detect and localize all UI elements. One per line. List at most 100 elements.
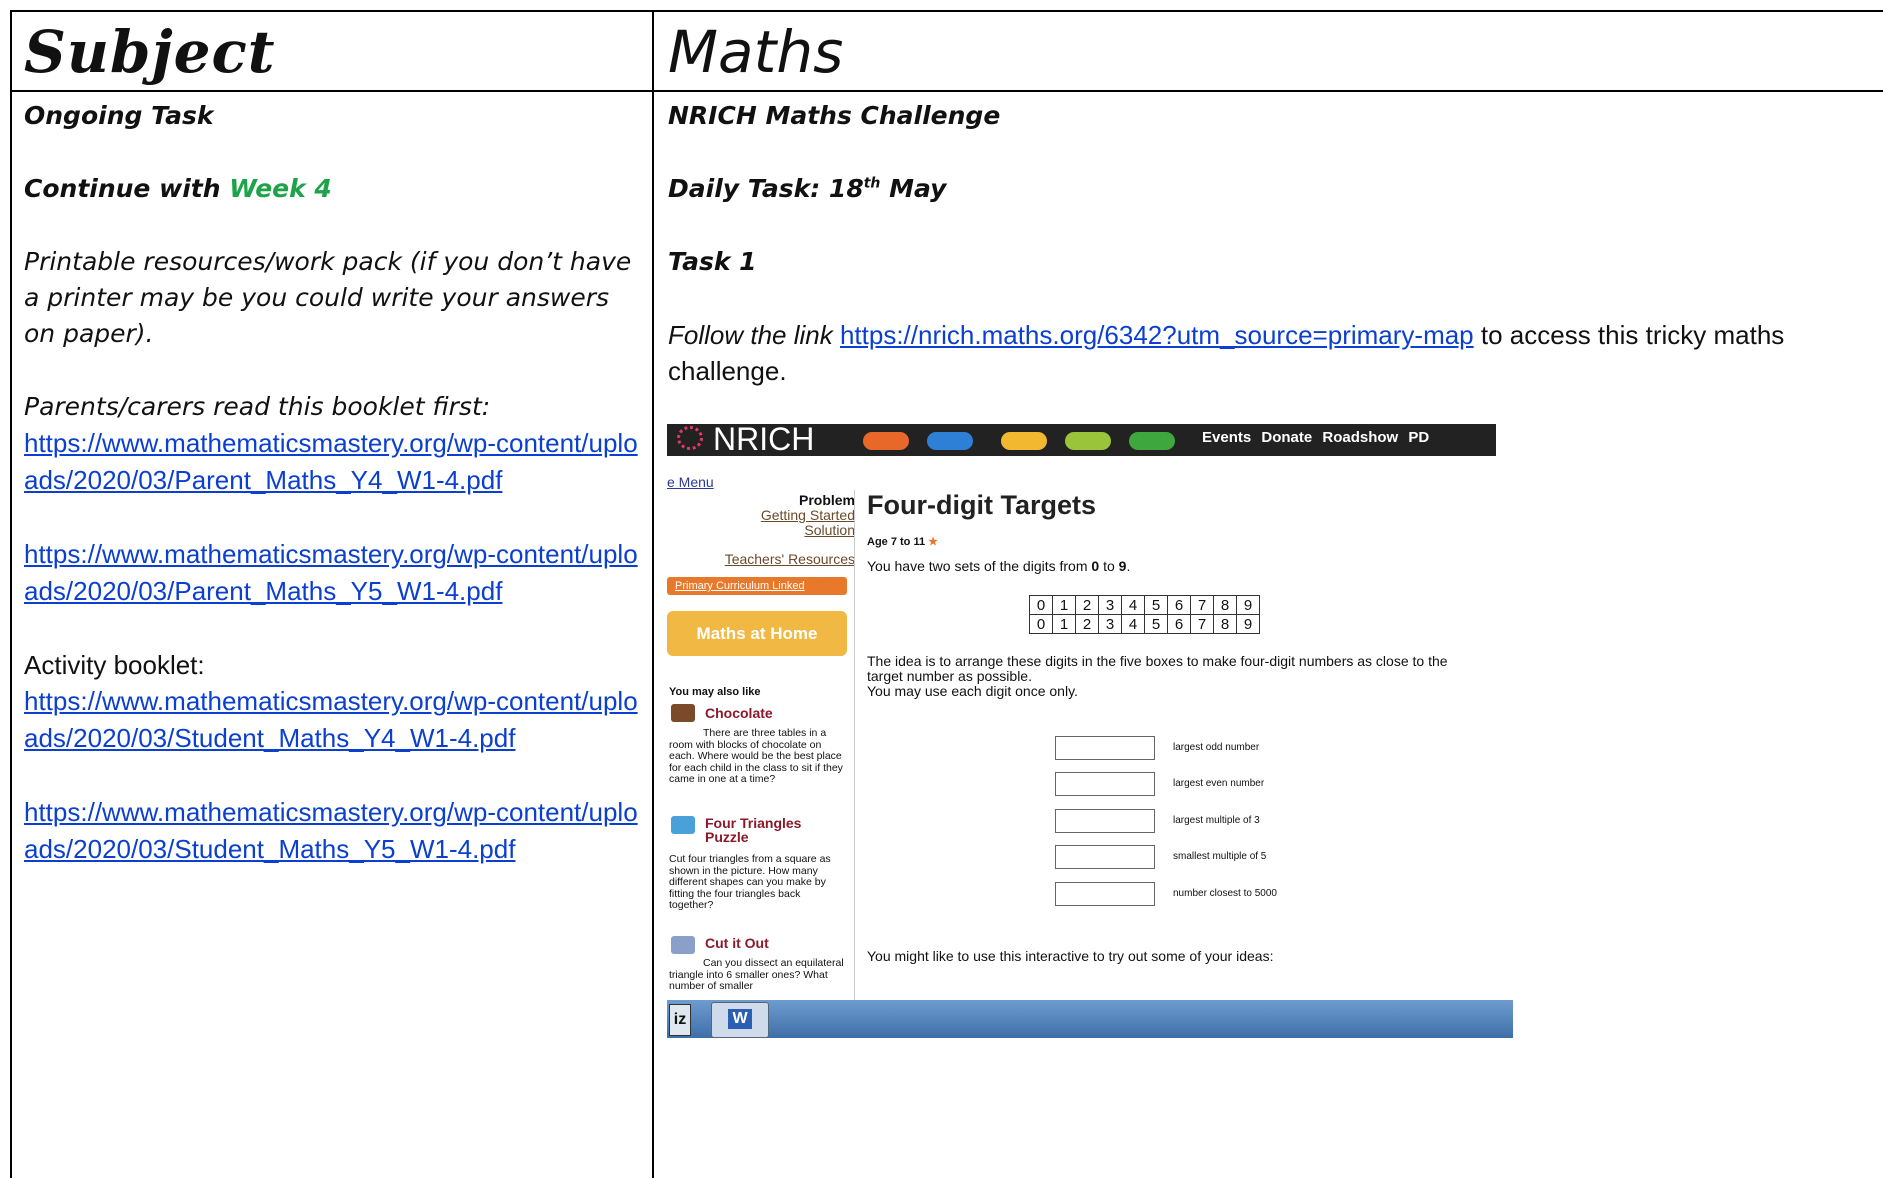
maths-heading: Maths — [668, 18, 844, 86]
digit-cell: 8 — [1213, 595, 1237, 615]
idea-line: The idea is to arrange these digits in t… — [867, 653, 1448, 684]
also-like-heading: You may also like — [669, 686, 761, 698]
activity-label: Activity booklet: — [24, 650, 205, 680]
target-box[interactable] — [1055, 772, 1155, 796]
intro-text: You have two sets of the digits from 0 t… — [867, 558, 1130, 574]
parents-label: Parents/carers read this booklet first: — [24, 392, 491, 421]
digit-cell: 3 — [1098, 595, 1122, 615]
continue-line: Continue with Week 4 — [24, 171, 644, 207]
curriculum-tab[interactable]: Primary Curriculum Linked — [667, 577, 847, 595]
side-solution[interactable]: Solution — [667, 523, 855, 538]
printable-text: Printable resources/work pack (if you do… — [24, 247, 632, 348]
digit-cell: 9 — [1236, 614, 1260, 634]
daily-sup: th — [863, 175, 881, 192]
table-border-header-bottom — [10, 90, 1883, 92]
triangles-text: Cut four triangles from a square as show… — [669, 853, 831, 911]
digit-cell: 6 — [1167, 614, 1191, 634]
nav-blue-icon[interactable] — [927, 432, 973, 450]
parent-y4-link[interactable]: https://www.mathematicsmastery.org/wp-co… — [24, 428, 638, 495]
parent-y5-link[interactable]: https://www.mathematicsmastery.org/wp-co… — [24, 539, 638, 606]
follow-paragraph: Follow the link https://nrich.maths.org/… — [668, 317, 1868, 389]
digit-cell: 5 — [1144, 614, 1168, 634]
right-column: NRICH Maths Challenge Daily Task: 18th M… — [668, 98, 1868, 389]
nrich-link[interactable]: https://nrich.maths.org/6342?utm_source=… — [840, 320, 1474, 350]
target-label: number closest to 5000 — [1173, 888, 1277, 899]
digit-cell: 7 — [1190, 595, 1214, 615]
follow-prefix: Follow the link — [668, 320, 840, 350]
nrich-screenshot: NRICH Events Donate Roadshow PD e Menu P… — [667, 418, 1513, 1038]
intro-prefix: You have two sets of the digits from — [867, 558, 1092, 574]
task1-heading: Task 1 — [668, 247, 757, 276]
subject-heading: Subject — [24, 18, 276, 86]
windows-taskbar: iz W — [667, 1000, 1513, 1038]
target-label: largest multiple of 3 — [1173, 815, 1260, 826]
digit-cell: 5 — [1144, 595, 1168, 615]
taskbar-app-button[interactable]: iz — [669, 1004, 691, 1036]
word-icon: W — [728, 1009, 752, 1029]
nav-yellow-icon[interactable] — [1001, 432, 1047, 450]
side-teachers[interactable]: Teachers' Resources — [667, 552, 855, 567]
left-column: Ongoing Task Continue with Week 4 Printa… — [24, 98, 644, 868]
nrich-navbar: NRICH Events Donate Roadshow PD — [667, 421, 1496, 457]
digits-row-1: 0 1 2 3 4 5 6 7 8 9 — [1029, 595, 1260, 615]
daily-task-heading: Daily Task: 18th May — [668, 171, 1868, 207]
side-problem[interactable]: Problem — [667, 493, 855, 508]
table-border-top — [10, 10, 1883, 12]
age-label: Age 7 to 11 ★ — [867, 535, 938, 548]
student-y4-link[interactable]: https://www.mathematicsmastery.org/wp-co… — [24, 686, 638, 753]
digit-cell: 1 — [1052, 614, 1076, 634]
interactive-text: You might like to use this interactive t… — [867, 948, 1274, 964]
challenge-heading: NRICH Maths Challenge — [668, 101, 1001, 130]
digits-row-2: 0 1 2 3 4 5 6 7 8 9 — [1029, 614, 1260, 634]
student-y5-link[interactable]: https://www.mathematicsmastery.org/wp-co… — [24, 797, 638, 864]
week-label: Week 4 — [229, 174, 332, 203]
triangles-icon — [671, 816, 695, 834]
target-label: largest odd number — [1173, 742, 1260, 753]
target-label: smallest multiple of 5 — [1173, 851, 1267, 862]
digits-table: 0 1 2 3 4 5 6 7 8 9 0 1 2 3 4 5 6 7 8 9 — [1029, 595, 1260, 634]
digit-cell: 0 — [1029, 595, 1053, 615]
nav-links[interactable]: Events Donate Roadshow PD — [1202, 429, 1429, 446]
cut-it-out-icon — [671, 936, 695, 954]
target-label: largest even number — [1173, 778, 1265, 789]
digit-cell: 9 — [1236, 595, 1260, 615]
cut-it-out-text: Can you dissect an equilateral triangle … — [669, 958, 844, 992]
taskbar-word-button[interactable]: W — [711, 1002, 769, 1038]
intro-mid: to — [1099, 558, 1119, 574]
digit-cell: 2 — [1075, 614, 1099, 634]
table-border-left — [10, 10, 12, 1178]
digit-cell: 8 — [1213, 614, 1237, 634]
idea-text: The idea is to arrange these digits in t… — [867, 654, 1487, 699]
target-box[interactable] — [1055, 882, 1155, 906]
side-getting-started[interactable]: Getting Started — [667, 508, 855, 523]
target-box[interactable] — [1055, 736, 1155, 760]
star-icon: ★ — [928, 536, 939, 548]
digit-cell: 4 — [1121, 614, 1145, 634]
sidebar-divider — [854, 490, 855, 1010]
nav-lime-icon[interactable] — [1065, 432, 1111, 450]
cut-it-out-title[interactable]: Cut it Out — [705, 936, 769, 950]
nrich-logo-icon — [677, 426, 703, 450]
chocolate-text: There are three tables in a room with bl… — [669, 727, 843, 785]
target-box[interactable] — [1055, 809, 1155, 833]
chocolate-title[interactable]: Chocolate — [705, 706, 773, 720]
once-line: You may use each digit once only. — [867, 683, 1078, 699]
maths-at-home-button[interactable]: Maths at Home — [667, 611, 847, 656]
triangles-title[interactable]: Four Triangles Puzzle — [705, 816, 845, 844]
daily-prefix: Daily Task: 18 — [668, 174, 864, 203]
problem-title: Four-digit Targets — [867, 490, 1096, 520]
digit-cell: 3 — [1098, 614, 1122, 634]
ongoing-task-heading: Ongoing Task — [24, 101, 214, 130]
digit-cell: 7 — [1190, 614, 1214, 634]
chocolate-icon — [671, 704, 695, 722]
continue-prefix: Continue with — [24, 174, 230, 203]
nav-home-icon[interactable] — [863, 432, 909, 450]
intro-suffix: . — [1126, 558, 1131, 574]
table-border-middle — [652, 10, 654, 1178]
digit-cell: 1 — [1052, 595, 1076, 615]
daily-suffix: May — [880, 174, 947, 203]
digit-cell: 2 — [1075, 595, 1099, 615]
menu-link[interactable]: e Menu — [667, 474, 714, 490]
target-box[interactable] — [1055, 845, 1155, 869]
nav-green-icon[interactable] — [1129, 432, 1175, 450]
